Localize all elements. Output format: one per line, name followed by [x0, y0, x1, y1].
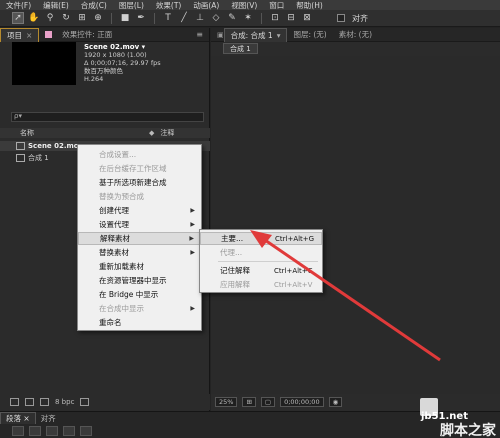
annotation-arrow-icon [250, 230, 441, 362]
arrow-head [250, 230, 272, 248]
watermark-name: 脚本之家 [440, 423, 496, 438]
arrow-shaft [261, 236, 441, 362]
